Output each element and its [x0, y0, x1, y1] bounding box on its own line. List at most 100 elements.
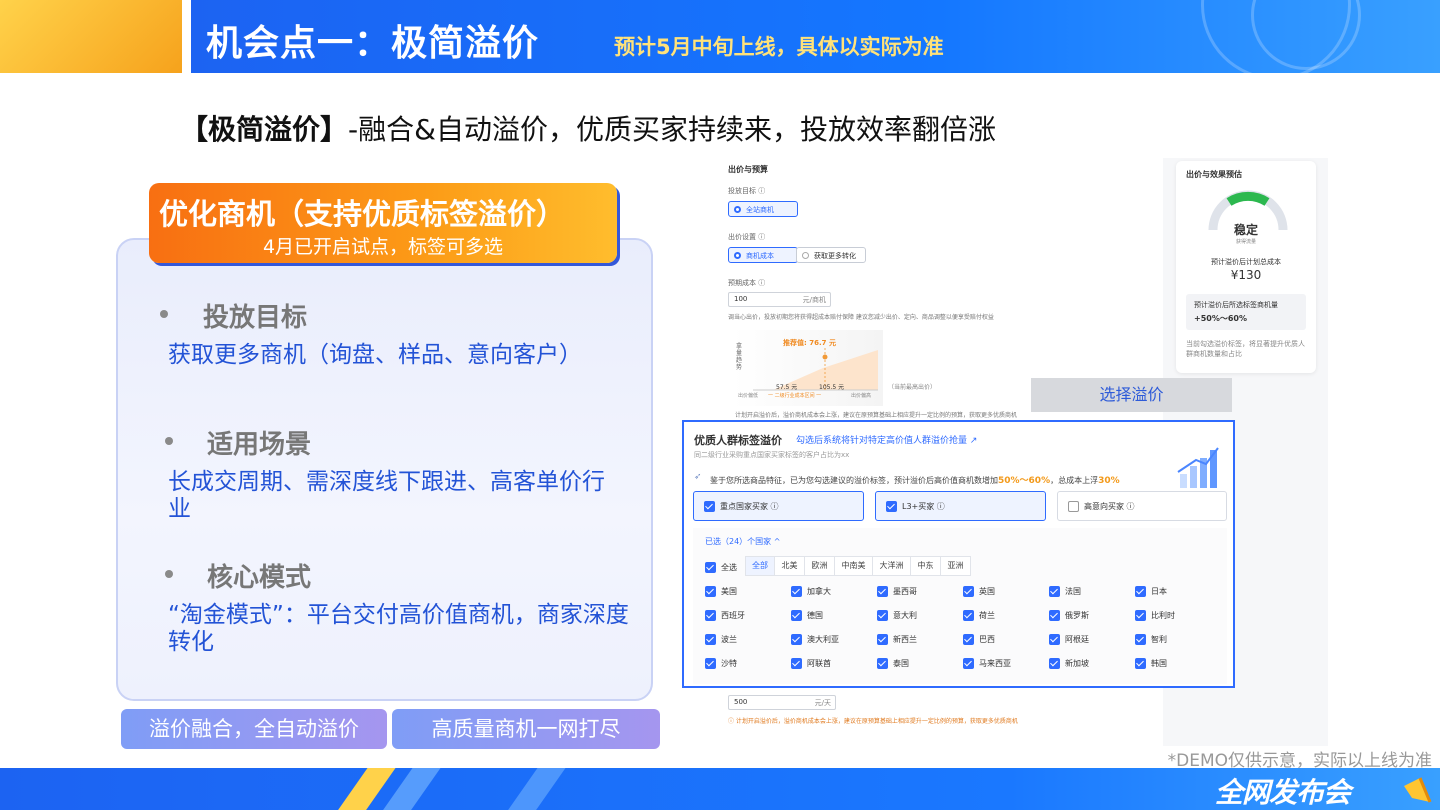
region-tab-north-america[interactable]: 北美	[775, 556, 805, 576]
subtitle-bold: 【极简溢价】	[180, 113, 349, 146]
region-tab-latin-america[interactable]: 中南美	[835, 556, 873, 576]
tag-l3-buyer[interactable]: L3+买家 ⓘ	[875, 491, 1046, 521]
region-tabs: 全部 北美 欧洲 中南美 大洋洲 中东 亚洲	[745, 556, 971, 576]
country-checkbox[interactable]	[1049, 634, 1060, 645]
country-checkbox[interactable]	[791, 586, 802, 597]
bid-option-more[interactable]: 获取更多转化	[796, 247, 866, 263]
country-label: 泰国	[893, 659, 909, 668]
country-label: 意大利	[893, 611, 917, 620]
checkbox-checked	[704, 501, 715, 512]
section-body-mode: “淘金模式”：平台交付高价值商机，商家深度转化	[168, 602, 629, 655]
total-cost-value: ¥130	[1230, 268, 1262, 282]
country-checkbox[interactable]	[877, 586, 888, 597]
country-checkbox[interactable]	[791, 610, 802, 621]
bid-option-more-label: 获取更多转化	[814, 252, 856, 260]
country-checkbox[interactable]	[1135, 658, 1146, 669]
bullet-icon	[165, 570, 173, 578]
select-all-checkbox[interactable]	[705, 562, 716, 573]
premium-tag-popup: 优质人群标签溢价 勾选后系统将针对特定高价值人群溢价抢量 ↗ 同二级行业采购重点…	[682, 420, 1235, 688]
chart-hint: 计划开启溢价后，溢价商机成本会上涨，建议在原预算基础上相应提升一定比例的预算，获…	[735, 412, 1018, 419]
total-cost-label: 预计溢价后计划总成本	[1211, 258, 1281, 266]
chart-recommend-label: 推荐值: 76.7 元	[783, 339, 836, 347]
region-tab-europe[interactable]: 欧洲	[805, 556, 835, 576]
country-checkbox[interactable]	[1049, 610, 1060, 621]
country-checkbox[interactable]	[1135, 634, 1146, 645]
country-checkbox[interactable]	[877, 658, 888, 669]
country-label: 德国	[807, 611, 823, 620]
country-label: 新西兰	[893, 635, 917, 644]
cost-input-value: 100	[734, 295, 748, 303]
country-label: 美国	[721, 587, 737, 596]
country-checkbox[interactable]	[1135, 610, 1146, 621]
radio-dot	[802, 252, 809, 259]
tag-label: 高意向买家 ⓘ	[1084, 502, 1135, 511]
country-label: 阿根廷	[1065, 635, 1089, 644]
panel-title: 出价与预算	[728, 165, 768, 174]
country-checkbox[interactable]	[963, 610, 974, 621]
bullet-icon	[160, 310, 168, 318]
chart-low-value: 57.5 元	[776, 384, 798, 391]
budget-input[interactable]: 500 元/天	[728, 695, 836, 710]
rocket-icon: ➶	[694, 472, 702, 482]
effect-estimate-panel: 出价与效果预估 稳定 获得流量 预计溢价后计划总成本 ¥130 预计溢价后所选标…	[1176, 161, 1316, 373]
cost-label: 预期成本 ⓘ	[728, 279, 766, 287]
country-label: 马来西亚	[979, 659, 1011, 668]
popup-title-link[interactable]: 勾选后系统将针对特定高价值人群溢价抢量 ↗	[796, 433, 977, 446]
country-checkbox[interactable]	[1049, 658, 1060, 669]
country-label: 巴西	[979, 635, 995, 644]
event-logo: 全网发布会	[1215, 776, 1351, 809]
checkbox-checked	[886, 501, 897, 512]
goal-option-label: 全站商机	[746, 206, 774, 214]
bid-option-cost[interactable]: 商机成本	[728, 247, 798, 263]
bid-label: 出价设置 ⓘ	[728, 233, 766, 241]
country-checkbox[interactable]	[705, 634, 716, 645]
country-label: 沙特	[721, 659, 737, 668]
goal-option-radio[interactable]: 全站商机	[728, 201, 798, 217]
budget-hint: ⓘ 计划开启溢价后，溢价商机成本会上涨，建议在原预算基础上相应提升一定比例的预算…	[728, 718, 1018, 725]
bullet-icon	[165, 437, 173, 445]
chart-peer-label: （当前最高出价）	[888, 384, 937, 391]
tag-high-intent-buyer[interactable]: 高意向买家 ⓘ	[1057, 491, 1227, 521]
country-checkbox[interactable]	[791, 658, 802, 669]
estimate-title: 出价与效果预估	[1186, 170, 1242, 179]
section-heading-goal: 投放目标	[203, 303, 308, 333]
selected-count-toggle[interactable]: 已选（24）个国家 ^	[705, 536, 780, 547]
country-label: 智利	[1151, 635, 1167, 644]
cost-input[interactable]: 100 元/商机	[728, 292, 831, 307]
radio-dot	[734, 252, 741, 259]
country-checkbox[interactable]	[791, 634, 802, 645]
popup-desc: 同二级行业采购重点国家买家标签的客户占比为xx	[694, 451, 850, 459]
cost-input-unit: 元/商机	[802, 296, 826, 304]
select-all-label: 全选	[721, 563, 737, 572]
pill-auto-premium: 溢价融合，全自动溢价	[121, 709, 387, 749]
card-tab-title: 优化商机（支持优质标签溢价）	[159, 197, 566, 231]
tag-key-country-buyer[interactable]: 重点国家买家 ⓘ	[693, 491, 864, 521]
budget-input-unit: 元/天	[814, 699, 831, 707]
lift-label: 预计溢价后所选标签商机量	[1194, 301, 1278, 309]
country-checkbox[interactable]	[1049, 586, 1060, 597]
country-checkbox[interactable]	[963, 586, 974, 597]
region-tab-asia[interactable]: 亚洲	[941, 556, 971, 576]
country-checkbox[interactable]	[705, 610, 716, 621]
country-checkbox[interactable]	[877, 634, 888, 645]
country-checkbox[interactable]	[963, 634, 974, 645]
country-checkbox[interactable]	[1135, 586, 1146, 597]
cost-hint: 调当心出价，投放初期您将获得超成本赔付保障 建议您减少出价、定向、商品调整以便享…	[728, 314, 994, 321]
country-label: 阿联酋	[807, 659, 831, 668]
radio-dot	[734, 206, 741, 213]
slide-subtitle: 【极简溢价】-融合&自动溢价，优质买家持续来，投放效率翻倍涨	[180, 108, 996, 148]
select-premium-button[interactable]: 选择溢价	[1031, 378, 1232, 412]
region-tab-oceania[interactable]: 大洋洲	[873, 556, 911, 576]
country-checkbox[interactable]	[705, 586, 716, 597]
country-checkbox[interactable]	[705, 658, 716, 669]
country-checkbox[interactable]	[877, 610, 888, 621]
country-checkbox[interactable]	[963, 658, 974, 669]
region-tab-middle-east[interactable]: 中东	[911, 556, 941, 576]
region-tab-all[interactable]: 全部	[745, 556, 775, 576]
country-label: 西班牙	[721, 611, 745, 620]
country-label: 英国	[979, 587, 995, 596]
bid-option-cost-label: 商机成本	[746, 252, 774, 260]
pill-high-quality: 高质量商机一网打尽	[392, 709, 660, 749]
tag-label: 重点国家买家 ⓘ	[720, 502, 779, 511]
launch-note: 预计5月中旬上线，具体以实际为准	[614, 35, 944, 59]
